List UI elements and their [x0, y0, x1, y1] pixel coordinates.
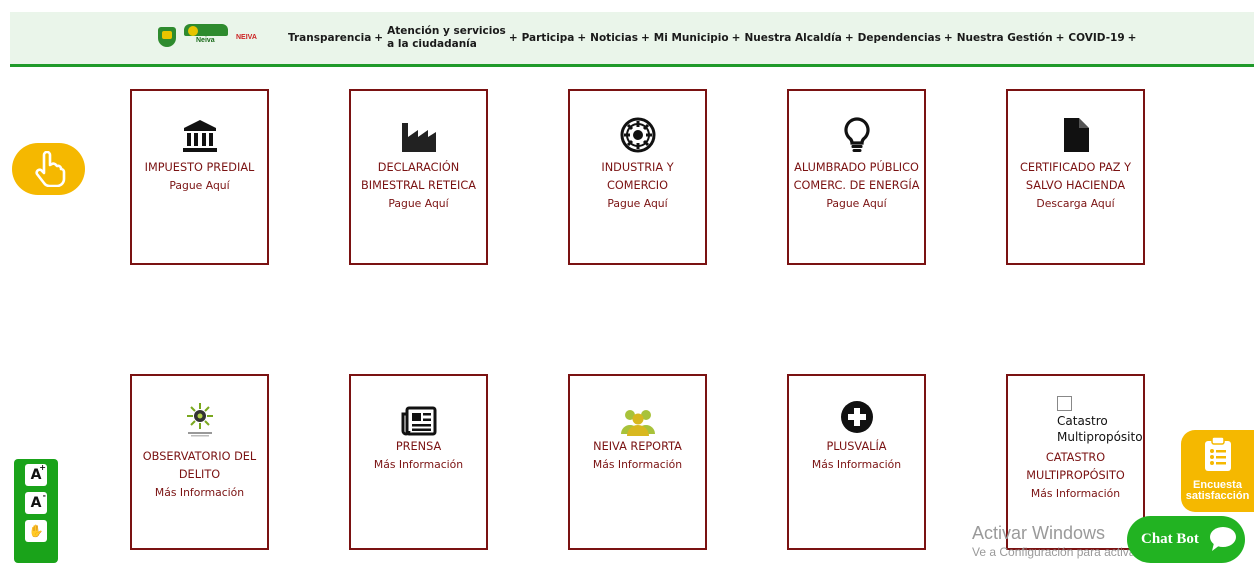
expand-plus-icon[interactable]: + — [732, 32, 741, 44]
nav-atencion[interactable]: Atención y servicios a la ciudadanía + — [387, 25, 518, 51]
increase-font-button[interactable]: A + — [25, 463, 47, 486]
card-title: ALUMBRADO PÚBLICO COMERC. DE ENERGÍA — [793, 161, 920, 192]
observatorio-logo-icon — [186, 403, 213, 437]
chat-bot-button[interactable]: Chat Bot — [1127, 516, 1245, 563]
file-icon — [1063, 118, 1089, 152]
card-observatorio-delito[interactable]: OBSERVATORIO DEL DELITO Más Información — [130, 374, 269, 550]
clipboard-list-icon — [1204, 436, 1231, 471]
expand-plus-icon[interactable]: + — [577, 32, 586, 44]
card-title: PRENSA — [395, 440, 442, 453]
card-link[interactable]: Descarga Aquí — [1008, 195, 1143, 213]
decrease-font-button[interactable]: A- — [25, 491, 47, 514]
nav-nuestra-gestion[interactable]: Nuestra Gestión + — [957, 32, 1065, 44]
card-title: IMPUESTO PREDIAL — [144, 161, 255, 174]
card-title: CATASTRO MULTIPROPÓSITO — [1026, 451, 1125, 482]
card-link[interactable]: Más Información — [132, 484, 267, 502]
card-title: DECLARACIÓN BIMESTRAL RETEICA — [360, 161, 476, 192]
card-industria-comercio[interactable]: INDUSTRIA Y COMERCIO Pague Aquí — [568, 89, 707, 265]
card-title: INDUSTRIA Y COMERCIO — [601, 161, 674, 192]
bank-icon — [182, 120, 217, 152]
expand-plus-icon[interactable]: + — [509, 32, 518, 44]
card-link[interactable]: Pague Aquí — [789, 195, 924, 213]
card-link[interactable]: Más Información — [570, 456, 705, 474]
card-plusvalia[interactable]: PLUSVALÍA Más Información — [787, 374, 926, 550]
lightbulb-icon — [843, 117, 870, 152]
card-reteica[interactable]: DECLARACIÓN BIMESTRAL RETEICA Pague Aquí — [349, 89, 488, 265]
nav-noticias[interactable]: Noticias + — [590, 32, 650, 44]
broken-image-icon — [1057, 396, 1072, 411]
expand-plus-icon[interactable]: + — [374, 32, 383, 44]
card-link[interactable]: Pague Aquí — [351, 195, 486, 213]
main-nav: Transparencia + Atención y servicios a l… — [288, 25, 1136, 51]
huila-shield-logo — [158, 27, 176, 47]
catastro-broken-image: Catastro Multipropósito — [1057, 396, 1143, 445]
plus-circle-icon — [840, 401, 873, 433]
card-prensa[interactable]: PRENSA Más Información — [349, 374, 488, 550]
card-title: PLUSVALÍA — [826, 440, 887, 453]
nav-nuestra-alcaldia[interactable]: Nuestra Alcaldía + — [744, 32, 853, 44]
card-title: OBSERVATORIO DEL DELITO — [142, 450, 257, 481]
nav-mi-municipio[interactable]: Mi Municipio + — [654, 32, 741, 44]
card-link[interactable]: Pague Aquí — [132, 177, 267, 195]
neiva-small-logo: NEIVA — [236, 33, 257, 41]
pointing-hand-icon — [34, 151, 65, 187]
newspaper-icon — [401, 406, 436, 436]
nav-dependencias[interactable]: Dependencias + — [858, 32, 953, 44]
expand-plus-icon[interactable]: + — [641, 32, 650, 44]
sign-language-icon: ✋ — [28, 524, 44, 538]
primero-neiva-logo: Neiva — [182, 24, 230, 50]
card-link[interactable]: Pague Aquí — [570, 195, 705, 213]
card-neiva-reporta[interactable]: NEIVA REPORTA Más Información — [568, 374, 707, 550]
factory-icon — [401, 123, 436, 152]
card-alumbrado-publico[interactable]: ALUMBRADO PÚBLICO COMERC. DE ENERGÍA Pag… — [787, 89, 926, 265]
nav-participa[interactable]: Participa + — [522, 32, 587, 44]
nav-transparencia[interactable]: Transparencia + — [288, 32, 383, 44]
nav-covid-19[interactable]: COVID-19 + — [1068, 32, 1136, 44]
encuesta-satisfaccion-button[interactable]: Encuesta satisfacción — [1181, 430, 1254, 512]
expand-plus-icon[interactable]: + — [1128, 32, 1137, 44]
expand-plus-icon[interactable]: + — [944, 32, 953, 44]
card-impuesto-predial[interactable]: IMPUESTO PREDIAL Pague Aquí — [130, 89, 269, 265]
chat-bubble-icon — [1210, 527, 1236, 551]
header-logos[interactable]: Neiva NEIVA — [158, 24, 257, 50]
site-header: Neiva NEIVA Transparencia + Atención y s… — [10, 12, 1254, 67]
card-title: NEIVA REPORTA — [593, 440, 682, 453]
accessibility-hand-button[interactable] — [12, 143, 85, 195]
card-title: CERTIFICADO PAZ Y SALVO HACIENDA — [1020, 161, 1131, 192]
expand-plus-icon[interactable]: + — [1056, 32, 1065, 44]
sign-language-button[interactable]: ✋ — [25, 520, 47, 542]
users-icon — [620, 410, 655, 436]
card-certificado-paz-salvo[interactable]: CERTIFICADO PAZ Y SALVO HACIENDA Descarg… — [1006, 89, 1145, 265]
empire-icon — [620, 117, 655, 153]
card-link[interactable]: Más Información — [789, 456, 924, 474]
card-link[interactable]: Más Información — [351, 456, 486, 474]
expand-plus-icon[interactable]: + — [845, 32, 854, 44]
accessibility-toolbar: A + A- ✋ — [14, 459, 58, 563]
card-link[interactable]: Más Información — [1008, 485, 1143, 503]
